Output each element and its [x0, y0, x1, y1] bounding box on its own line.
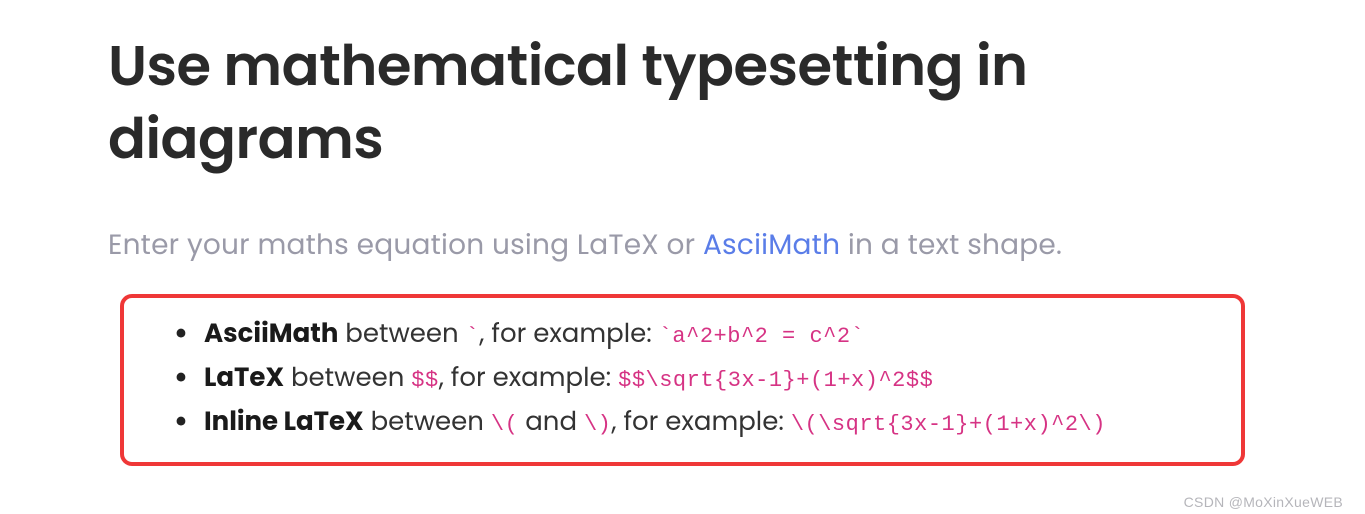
item-delim: $$	[411, 368, 438, 393]
item-name: Inline LaTeX	[204, 404, 364, 440]
list-item: Inline LaTeX between \( and \), for exam…	[174, 400, 1211, 444]
item-delim2: \)	[584, 412, 611, 437]
item-text: , for example:	[439, 360, 618, 396]
item-text: between	[338, 316, 465, 352]
item-text: , for example:	[479, 316, 658, 352]
intro-text: Enter your maths equation using LaTeX or…	[108, 224, 1257, 266]
item-example: `a^2+b^2 = c^2`	[659, 324, 865, 349]
item-delim: \(	[491, 412, 518, 437]
item-text: and	[518, 404, 584, 440]
item-text: between	[364, 404, 491, 440]
item-example: \(\sqrt{3x-1}+(1+x)^2\)	[791, 412, 1106, 437]
list-item: LaTeX between $$, for example: $$\sqrt{3…	[174, 356, 1211, 400]
item-delim: `	[466, 324, 480, 349]
item-example: $$\sqrt{3x-1}+(1+x)^2$$	[618, 368, 933, 393]
highlighted-box: AsciiMath between `, for example: `a^2+b…	[120, 294, 1245, 467]
syntax-list: AsciiMath between `, for example: `a^2+b…	[154, 312, 1211, 445]
item-text: , for example:	[611, 404, 790, 440]
intro-suffix: in a text shape.	[840, 225, 1062, 264]
list-item: AsciiMath between `, for example: `a^2+b…	[174, 312, 1211, 356]
item-name: AsciiMath	[204, 316, 338, 352]
page-title: Use mathematical typesetting in diagrams	[108, 30, 1257, 176]
item-name: LaTeX	[204, 360, 284, 396]
watermark: CSDN @MoXinXueWEB	[1184, 494, 1343, 510]
asciimath-link[interactable]: AsciiMath	[703, 225, 840, 264]
item-text: between	[284, 360, 411, 396]
intro-prefix: Enter your maths equation using LaTeX or	[108, 225, 703, 264]
